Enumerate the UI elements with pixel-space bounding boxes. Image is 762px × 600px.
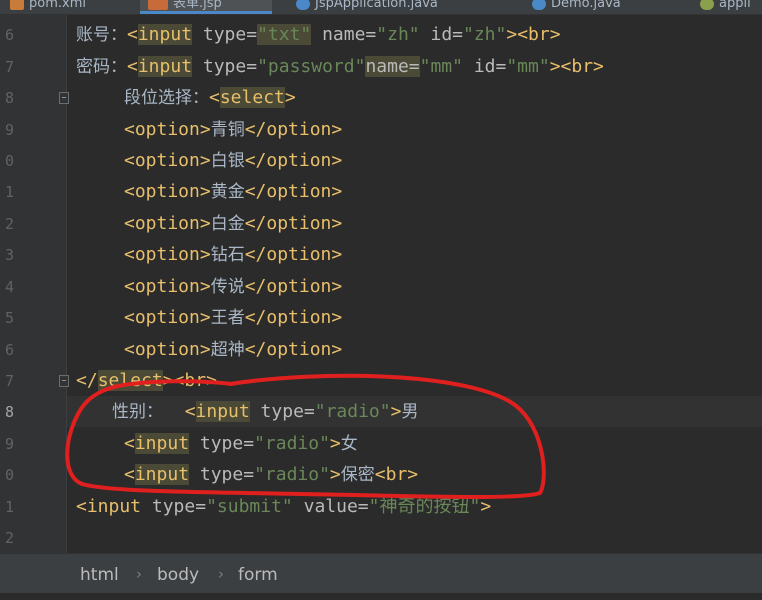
line-number: 1 [4, 183, 14, 201]
line-number: 2 [4, 529, 14, 547]
code-line[interactable]: <option>青铜</option> [124, 120, 342, 141]
code-line[interactable]: <option>黄金</option> [124, 182, 342, 203]
line-number: 5 [4, 309, 14, 327]
code-line[interactable]: <input type="radio">保密<br> [124, 464, 418, 485]
java-class-icon [532, 0, 546, 10]
line-number: 0 [4, 152, 14, 170]
tab-pom-xml[interactable]: pom.xml [10, 0, 86, 14]
code-line[interactable]: <input type="submit" value="神奇的按钮"> [76, 497, 491, 517]
code-line[interactable]: 账号：<input type="txt" name="zh" id="zh"><… [76, 24, 561, 45]
breadcrumb-html[interactable]: html [80, 565, 119, 585]
line-number: 9 [4, 121, 14, 139]
code-line[interactable]: <option>钻石</option> [124, 245, 342, 266]
line-number: 6 [4, 341, 14, 359]
line-number: 1 [4, 498, 14, 516]
java-class-icon [296, 0, 310, 10]
fold-toggle-icon[interactable] [59, 375, 69, 387]
code-line[interactable]: </select><br> [76, 370, 217, 391]
breadcrumb-form[interactable]: form [238, 565, 278, 585]
code-line[interactable]: <option>王者</option> [124, 308, 342, 329]
code-line[interactable]: <option>传说</option> [124, 277, 342, 298]
line-number: 8 [4, 403, 14, 421]
line-number: 7 [4, 58, 14, 76]
tab-jspapplication-java[interactable]: JspApplication.java [296, 0, 438, 14]
code-line[interactable]: <option>超神</option> [124, 340, 342, 361]
tab-demo-java[interactable]: Demo.java [532, 0, 621, 14]
line-number: 4 [4, 278, 14, 296]
tab-form-jsp[interactable]: 表单.jsp [140, 0, 272, 14]
xml-file-icon [10, 0, 24, 10]
breadcrumb-body[interactable]: body [157, 565, 199, 585]
code-line[interactable]: <input type="radio">女 [124, 433, 358, 454]
bottom-edge [0, 593, 762, 600]
chevron-right-icon: › [136, 565, 142, 583]
properties-file-icon [700, 0, 714, 10]
code-line[interactable]: 段位选择：<select> [124, 87, 296, 108]
line-number: 7 [4, 372, 14, 390]
chevron-right-icon: › [218, 565, 224, 583]
code-line[interactable]: 密码：<input type="password"name="mm" id="m… [76, 56, 604, 77]
line-number: 2 [4, 215, 14, 233]
breadcrumb-bar: html › body › form [0, 553, 762, 594]
line-number: 6 [4, 26, 14, 44]
code-line[interactable]: <option>白金</option> [124, 214, 342, 235]
fold-toggle-icon[interactable] [59, 92, 69, 104]
code-line[interactable]: 性别： <input type="radio">男 [112, 401, 418, 422]
line-number: 0 [4, 466, 14, 484]
editor-tab-bar: pom.xml 表单.jsp JspApplication.java Demo.… [0, 0, 762, 15]
code-line[interactable]: <option>白银</option> [124, 151, 342, 172]
line-number: 9 [4, 435, 14, 453]
line-number: 8 [4, 89, 14, 107]
jsp-file-icon [148, 0, 168, 10]
line-number: 3 [4, 246, 14, 264]
tab-application-properties[interactable]: appli [700, 0, 751, 14]
